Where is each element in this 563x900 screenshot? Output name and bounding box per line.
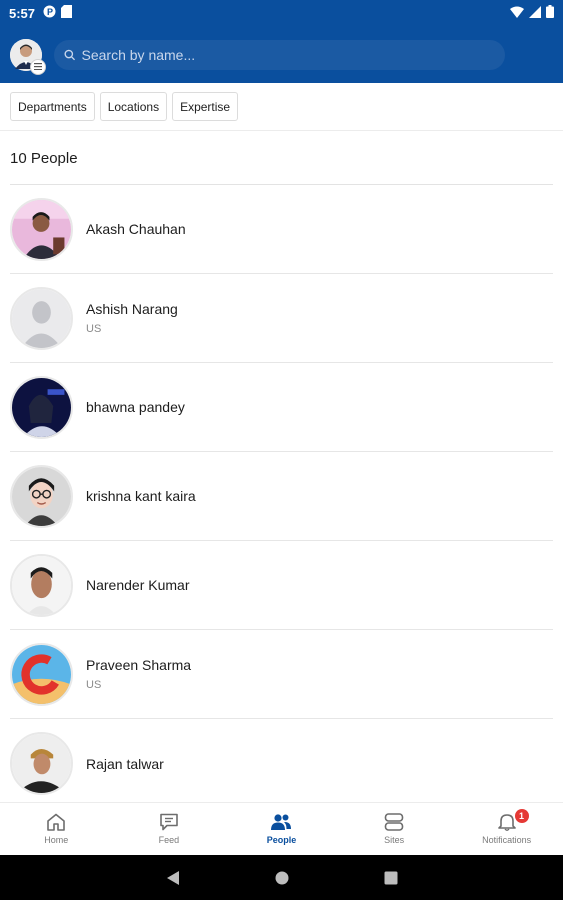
feed-icon — [160, 813, 178, 831]
default-avatar-icon — [12, 288, 71, 348]
bell-icon — [497, 814, 516, 831]
nav-sites-label: Sites — [384, 835, 405, 845]
person-name: bhawna pandey — [86, 399, 185, 415]
list-item[interactable]: Narender Kumar — [10, 541, 553, 630]
back-icon[interactable] — [166, 870, 180, 886]
person-location: US — [86, 323, 102, 335]
filter-expertise[interactable]: Expertise — [172, 92, 239, 121]
avatar — [10, 286, 73, 350]
nav-people[interactable]: People — [225, 803, 338, 855]
status-time: 5:57 — [9, 5, 36, 21]
search-input[interactable] — [81, 46, 495, 63]
avatar — [10, 464, 73, 528]
home-circle-icon[interactable] — [275, 871, 289, 885]
person-name: Ashish Narang — [86, 301, 178, 317]
list-item[interactable]: Akash Chauhan — [10, 185, 553, 274]
recents-icon[interactable] — [384, 871, 398, 885]
profile-avatar-button[interactable] — [10, 38, 46, 75]
bottom-nav: Home Feed People Sites 1 Notifications — [0, 802, 563, 855]
search-bar[interactable] — [54, 39, 505, 70]
battery-icon — [546, 5, 554, 21]
avatar — [10, 732, 73, 795]
notification-badge: 1 — [514, 809, 529, 823]
list-item[interactable]: Ashish Narang US — [10, 274, 553, 363]
nav-notifications[interactable]: 1 Notifications — [450, 803, 563, 855]
person-name: krishna kant kaira — [86, 488, 196, 504]
app-notification-icon: P — [43, 5, 56, 21]
svg-text:P: P — [47, 7, 53, 17]
avatar — [10, 375, 73, 439]
nav-people-label: People — [266, 835, 297, 845]
home-icon — [47, 813, 66, 831]
menu-icon — [30, 58, 46, 75]
status-bar: 5:57 P — [0, 0, 563, 26]
avatar — [10, 197, 73, 261]
person-name: Akash Chauhan — [86, 221, 186, 237]
avatar — [10, 642, 73, 706]
list-item[interactable]: krishna kant kaira — [10, 452, 553, 541]
people-list: Akash Chauhan Ashish Narang US bhawna pa… — [10, 185, 553, 808]
person-name: Narender Kumar — [86, 577, 190, 593]
nav-feed[interactable]: Feed — [113, 803, 226, 855]
sd-card-icon — [61, 5, 73, 21]
signal-icon — [529, 5, 541, 21]
nav-home-label: Home — [44, 835, 69, 845]
sites-icon — [384, 813, 404, 831]
filter-departments[interactable]: Departments — [10, 92, 95, 121]
person-name: Rajan talwar — [86, 755, 164, 772]
app-header — [0, 26, 563, 83]
filter-locations[interactable]: Locations — [99, 92, 168, 121]
system-nav-bar — [0, 855, 563, 900]
list-item[interactable]: Praveen Sharma US — [10, 630, 553, 719]
search-icon — [64, 49, 76, 60]
person-location: US — [86, 679, 102, 691]
wifi-icon — [510, 6, 524, 21]
list-item[interactable]: Rajan talwar — [10, 719, 553, 808]
filter-bar: Departments Locations Expertise — [0, 83, 563, 131]
list-item[interactable]: bhawna pandey — [10, 363, 553, 452]
nav-home[interactable]: Home — [0, 803, 113, 855]
people-count: 10 People — [10, 150, 78, 167]
avatar — [10, 553, 73, 617]
nav-sites[interactable]: Sites — [338, 803, 451, 855]
nav-notifications-label: Notifications — [482, 835, 532, 845]
person-name: Praveen Sharma — [86, 657, 192, 673]
nav-feed-label: Feed — [158, 835, 180, 845]
people-icon — [271, 814, 292, 830]
